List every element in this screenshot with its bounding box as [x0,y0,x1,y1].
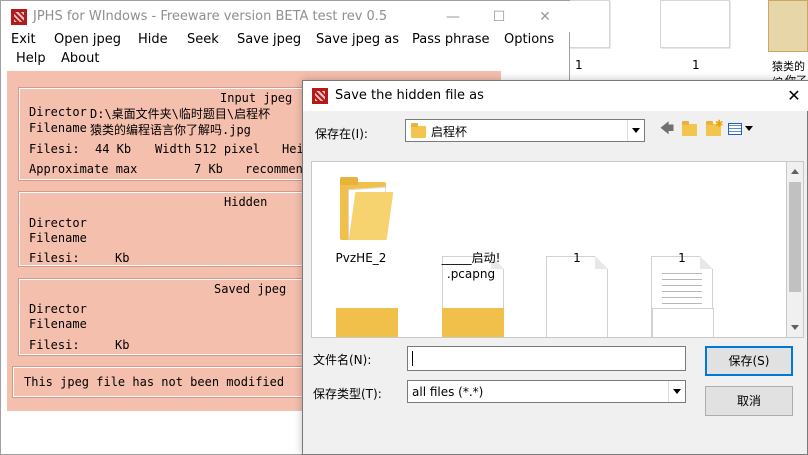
bg-image-thumb [768,0,808,52]
directory-label: Director [29,105,87,119]
folder-icon [411,123,426,138]
filesize-unit: Kb [115,338,130,352]
status-text: This jpeg file has not been modified [24,375,285,389]
file-item[interactable]: _____启动! .pcapng [426,162,516,337]
jphs-app-icon [11,9,27,25]
filesize-label: Filesi: [29,338,80,352]
text-caret [412,351,413,366]
file-item[interactable]: 1 [637,162,727,337]
jphs-app-icon [312,88,328,104]
directory-value: D:\桌面文件夹\临时题目\启程杯 [90,107,271,121]
view-menu-icon[interactable] [728,121,756,137]
save-dialog: Save the hidden file as ✕ 保存在(I): 启程杯 🡄 … [302,80,808,455]
close-icon[interactable]: ✕ [522,5,568,29]
menu-bar: Exit Open jpeg Hide Seek Save jpeg Save … [1,31,571,69]
file-name: 1 [678,251,686,265]
file-name: PvzHE_2 [335,251,387,265]
filename-label: Filename [29,121,87,135]
bg-file-label: 1 [575,58,583,72]
file-name-input[interactable] [407,346,686,371]
menu-save-jpeg[interactable]: Save jpeg [237,32,301,47]
file-item[interactable]: 1 [532,162,622,337]
filename-value: 猿类的编程语言你了解吗.jpg [90,123,251,137]
menu-save-jpeg-as[interactable]: Save jpeg as [316,32,399,47]
menu-help[interactable]: Help [16,51,46,66]
menu-options[interactable]: Options [504,32,554,47]
approx-max-value: 7 Kb [194,162,223,176]
file-name-label: 文件名(N): [313,353,372,367]
menu-about[interactable]: About [61,51,99,66]
look-in-value: 启程杯 [431,125,468,139]
filesize-label: Filesi: [29,142,80,156]
scroll-up-icon[interactable] [791,169,799,174]
group-title: Hidden [224,195,268,209]
file-name: _____启动! .pcapng [441,251,501,281]
chevron-down-icon[interactable] [627,120,644,141]
file-icon [546,256,608,337]
bg-file-thumb [660,0,730,48]
scroll-down-icon[interactable] [791,325,799,330]
menu-seek[interactable]: Seek [187,32,219,47]
file-type-label: 保存类型(T): [313,387,382,401]
file-list[interactable]: PvzHE_2 _____启动! .pcapng 1 1 [311,161,787,338]
group-title: Input jpeg [220,91,293,105]
directory-label: Director [29,216,87,230]
approx-max-label: Approximate max [29,162,138,176]
file-list-scrollbar[interactable] [787,161,804,338]
menu-exit[interactable]: Exit [11,32,36,47]
filename-label: Filename [29,231,87,245]
title-bar[interactable]: JPHS for WIndows - Freeware version BETA… [1,1,571,32]
scroll-thumb[interactable] [789,182,801,292]
file-type-value: all files (*.*) [412,385,484,399]
file-item-folder[interactable]: PvzHE_2 [316,162,406,292]
chevron-down-icon[interactable] [668,381,685,402]
file-type-select[interactable]: all files (*.*) [407,380,686,403]
folder-icon [340,174,394,240]
up-folder-icon[interactable] [681,121,699,137]
file-icon-partial [652,308,714,337]
width-label: Width [155,142,192,156]
window-title: JPHS for WIndows - Freeware version BETA… [33,9,388,24]
dialog-title: Save the hidden file as [335,88,484,103]
width-value: 512 pixel [195,142,261,156]
filesize-value: 44 Kb [95,142,132,156]
maximize-icon[interactable]: ☐ [476,5,522,29]
height-label: Hei [282,142,304,156]
cancel-button[interactable]: 取消 [705,386,793,416]
menu-hide[interactable]: Hide [138,32,168,47]
filesize-unit: Kb [115,251,130,265]
look-in-label: 保存在(I): [315,127,368,141]
back-arrow-icon[interactable]: 🡄 [659,121,675,137]
directory-label: Director [29,302,87,316]
folder-icon-partial [442,308,504,337]
dialog-title-bar[interactable]: Save the hidden file as ✕ [303,81,808,111]
save-button[interactable]: 保存(S) [705,346,793,376]
filename-label: Filename [29,317,87,331]
bg-file-label: 1 [692,58,700,72]
minimize-icon[interactable]: — [430,5,476,29]
folder-icon-partial [336,308,398,337]
file-name: 1 [573,251,581,265]
recommend-label: recommen [245,162,303,176]
look-in-combo[interactable]: 启程杯 [405,119,645,142]
filesize-label: Filesi: [29,251,80,265]
group-title: Saved jpeg [214,282,287,296]
menu-pass-phrase[interactable]: Pass phrase [412,32,489,47]
menu-open-jpeg[interactable]: Open jpeg [54,32,121,47]
close-icon[interactable]: ✕ [783,84,805,108]
new-folder-icon[interactable]: ✱ [705,119,723,137]
